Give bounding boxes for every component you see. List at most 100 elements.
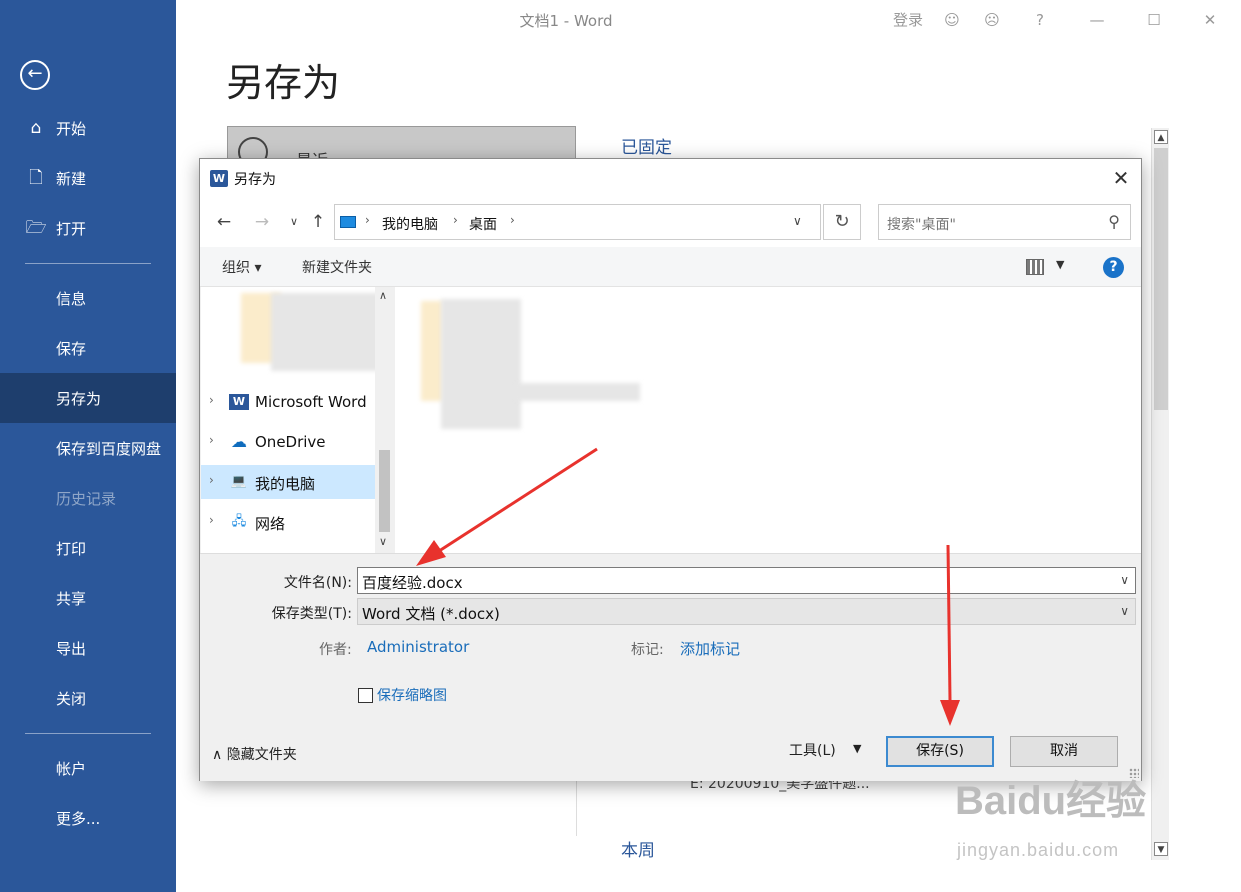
expand-chevron-icon[interactable]: › xyxy=(209,473,214,487)
backstage-sidebar: ← ⌂ 开始 🗋 新建 🗁 打开 信息 保存 另存为 保存到百度网盘 历史记录 打印 … xyxy=(0,0,176,892)
breadcrumb-my-computer[interactable]: 我的电脑 xyxy=(382,214,438,234)
chevron-right-icon[interactable]: › xyxy=(453,213,458,227)
nav-account[interactable]: 帐户 xyxy=(0,743,176,793)
filename-label: 文件名(N): xyxy=(283,575,352,591)
back-icon[interactable]: ← xyxy=(214,211,234,233)
breadcrumb-desktop[interactable]: 桌面 xyxy=(469,214,497,234)
blurred-file-icon xyxy=(421,301,443,401)
search-input[interactable]: 搜索"桌面" ⚲ xyxy=(878,204,1131,240)
organize-button[interactable]: 组织 ▾ xyxy=(222,257,261,277)
tree-item-network[interactable]: › 🖧 网络 xyxy=(201,505,375,539)
tools-dropdown-icon[interactable]: ▼ xyxy=(853,742,861,755)
nav-print[interactable]: 打印 xyxy=(0,523,176,573)
tree-item-label: Microsoft Word xyxy=(255,393,367,411)
chevron-right-icon[interactable]: › xyxy=(365,213,370,227)
tools-menu[interactable]: 工具(L) xyxy=(789,740,836,760)
dialog-title: 另存为 xyxy=(234,172,276,188)
expand-chevron-icon[interactable]: › xyxy=(209,513,214,527)
filetype-label: 保存类型(T): xyxy=(271,606,352,622)
tags-label: 标记: xyxy=(631,642,664,658)
address-bar[interactable]: › 我的电脑 › 桌面 › ∨ xyxy=(334,204,821,240)
blurred-file xyxy=(441,299,521,429)
filename-field[interactable]: 百度经验.docx ∨ xyxy=(357,567,1136,594)
dialog-close-icon[interactable]: ✕ xyxy=(1108,165,1134,191)
nav-save[interactable]: 保存 xyxy=(0,323,176,373)
save-button[interactable]: 保存(S) xyxy=(886,736,994,767)
blurred-file-label xyxy=(515,383,640,401)
new-folder-button[interactable]: 新建文件夹 xyxy=(302,257,372,277)
save-form: 文件名(N): 百度经验.docx ∨ 保存类型(T): Word 文档 (*.… xyxy=(200,553,1141,781)
file-list[interactable] xyxy=(395,287,1141,553)
backstage-scrollbar[interactable]: ▲ ▼ xyxy=(1151,128,1169,860)
nav-info[interactable]: 信息 xyxy=(0,273,176,323)
baidu-watermark-url: jingyan.baidu.com xyxy=(957,840,1120,860)
tree-item-label: 网络 xyxy=(255,515,286,533)
scroll-up-icon[interactable]: ▲ xyxy=(1154,130,1168,144)
up-folder-icon[interactable]: ↑ xyxy=(308,211,328,233)
nav-export[interactable]: 导出 xyxy=(0,623,176,673)
window-title: 文档1 - Word xyxy=(519,12,613,30)
refresh-icon[interactable]: ↻ xyxy=(823,204,861,240)
save-thumbnail-checkbox[interactable] xyxy=(358,688,373,703)
scroll-down-icon[interactable]: ▼ xyxy=(1154,842,1168,856)
sidebar-divider xyxy=(25,263,151,264)
smile-feedback-icon[interactable]: ☺ xyxy=(940,8,964,32)
view-dropdown-icon[interactable]: ▼ xyxy=(1056,258,1064,271)
nav-share[interactable]: 共享 xyxy=(0,573,176,623)
nav-history: 历史记录 xyxy=(56,489,117,508)
nav-new[interactable]: 🗋 新建 xyxy=(0,153,176,203)
nav-close[interactable]: 关闭 xyxy=(0,673,176,723)
expand-chevron-icon[interactable]: › xyxy=(209,393,214,407)
address-dropdown-icon[interactable]: ∨ xyxy=(793,214,802,228)
chevron-down-icon[interactable]: ∨ xyxy=(1120,573,1129,587)
frown-feedback-icon[interactable]: ☹ xyxy=(980,8,1004,32)
minimize-icon[interactable]: — xyxy=(1085,8,1109,32)
maximize-icon[interactable]: ☐ xyxy=(1142,8,1166,32)
nav-home[interactable]: ⌂ 开始 xyxy=(0,103,176,153)
back-arrow-icon[interactable]: ← xyxy=(20,60,50,90)
author-label: 作者: xyxy=(319,642,352,658)
help-icon[interactable]: ? xyxy=(1028,8,1052,32)
word-app-icon: W xyxy=(210,170,228,187)
tree-scrollbar[interactable]: ∧ ∨ xyxy=(375,287,394,553)
close-window-icon[interactable]: ✕ xyxy=(1198,8,1222,32)
expand-chevron-icon[interactable]: › xyxy=(209,433,214,447)
tags-field[interactable]: 添加标记 xyxy=(680,638,740,659)
scroll-up-icon[interactable]: ∧ xyxy=(379,289,387,302)
author-field[interactable]: Administrator xyxy=(367,638,469,656)
nav-more[interactable]: 更多... xyxy=(0,793,176,843)
pinned-heading: 已固定 xyxy=(621,138,672,158)
sidebar-divider xyxy=(25,733,151,734)
page-title: 另存为 xyxy=(226,61,341,105)
forward-icon: → xyxy=(254,212,270,232)
chevron-down-icon[interactable]: ∨ xyxy=(1120,604,1129,618)
nav-open[interactable]: 🗁 打开 xyxy=(0,203,176,253)
save-as-dialog: W 另存为 ✕ ← → ∨ ↑ › 我的电脑 › 桌面 › ∨ ↻ 搜索"桌面"… xyxy=(199,158,1142,781)
scroll-thumb[interactable] xyxy=(379,450,390,532)
computer-icon: 💻 xyxy=(230,474,248,489)
tree-item-my-computer[interactable]: › 💻 我的电脑 xyxy=(201,465,375,499)
save-thumbnail-label[interactable]: 保存缩略图 xyxy=(377,685,447,705)
nav-save-as[interactable]: 另存为 xyxy=(0,373,176,423)
chevron-right-icon[interactable]: › xyxy=(510,213,515,227)
filename-value: 百度经验.docx xyxy=(362,574,463,592)
baidu-watermark-logo: Baidu经验 xyxy=(955,779,1147,823)
tree-item-label: OneDrive xyxy=(255,433,326,451)
help-icon[interactable]: ? xyxy=(1103,257,1124,278)
recent-locations-chevron-icon[interactable]: ∨ xyxy=(284,211,304,233)
nav-save-to-baidu[interactable]: 保存到百度网盘 xyxy=(0,423,176,473)
chevron-up-icon: ∧ xyxy=(212,747,227,763)
hide-folders-label: 隐藏文件夹 xyxy=(226,747,297,763)
tree-item-label: 我的电脑 xyxy=(255,475,316,493)
tree-item-microsoft-word[interactable]: › W Microsoft Word xyxy=(201,385,375,419)
signin-link[interactable]: 登录 xyxy=(888,8,928,32)
hide-folders-toggle[interactable]: ∧ 隐藏文件夹 xyxy=(212,744,297,764)
filetype-select[interactable]: Word 文档 (*.docx) ∨ xyxy=(357,598,1136,625)
home-icon: ⌂ xyxy=(30,118,42,138)
tree-item-onedrive[interactable]: › ☁ OneDrive xyxy=(201,425,375,459)
search-icon: ⚲ xyxy=(1108,212,1120,231)
view-options-icon[interactable] xyxy=(1026,259,1044,275)
scroll-thumb[interactable] xyxy=(1154,148,1168,410)
scroll-down-icon[interactable]: ∨ xyxy=(379,535,387,548)
cancel-button[interactable]: 取消 xyxy=(1010,736,1118,767)
